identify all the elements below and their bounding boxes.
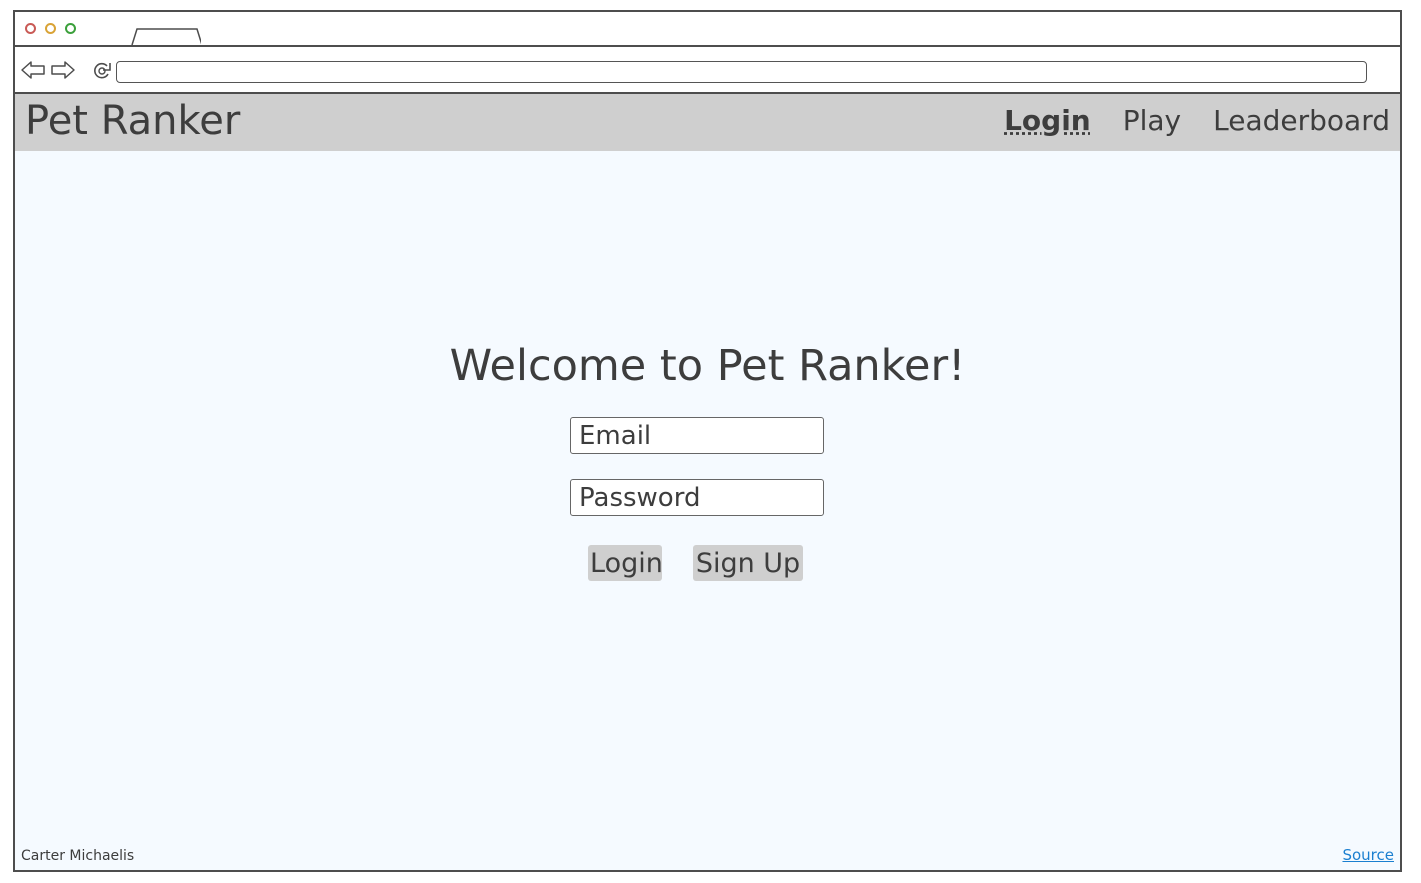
minimize-window-icon[interactable] bbox=[45, 23, 56, 34]
nav-leaderboard[interactable]: Leaderboard bbox=[1181, 104, 1390, 137]
back-arrow-icon[interactable] bbox=[20, 60, 46, 80]
brand-title: Pet Ranker bbox=[25, 98, 241, 144]
login-button[interactable]: Login bbox=[588, 545, 663, 581]
address-bar[interactable] bbox=[116, 61, 1367, 83]
main-nav: Login Play Leaderboard bbox=[972, 104, 1390, 137]
source-link[interactable]: Source bbox=[1342, 846, 1394, 864]
browser-tab[interactable] bbox=[131, 27, 201, 45]
email-field[interactable] bbox=[570, 417, 824, 454]
app-header: Pet Ranker Login Play Leaderboard bbox=[15, 94, 1400, 151]
welcome-heading: Welcome to Pet Ranker! bbox=[449, 341, 966, 391]
nav-play[interactable]: Play bbox=[1091, 104, 1181, 137]
close-window-icon[interactable] bbox=[25, 23, 36, 34]
reload-icon[interactable] bbox=[91, 60, 113, 82]
nav-login[interactable]: Login bbox=[972, 104, 1091, 137]
maximize-window-icon[interactable] bbox=[65, 23, 76, 34]
forward-arrow-icon[interactable] bbox=[50, 60, 76, 80]
sign-up-button[interactable]: Sign Up bbox=[693, 545, 803, 581]
author-credit: Carter Michaelis bbox=[21, 848, 135, 864]
password-field[interactable] bbox=[570, 479, 824, 516]
browser-window: Pet Ranker Login Play Leaderboard Welcom… bbox=[13, 10, 1402, 872]
login-page: Welcome to Pet Ranker! Login Sign Up Car… bbox=[15, 151, 1400, 870]
browser-toolbar bbox=[15, 47, 1400, 94]
browser-title-bar bbox=[15, 12, 1400, 47]
